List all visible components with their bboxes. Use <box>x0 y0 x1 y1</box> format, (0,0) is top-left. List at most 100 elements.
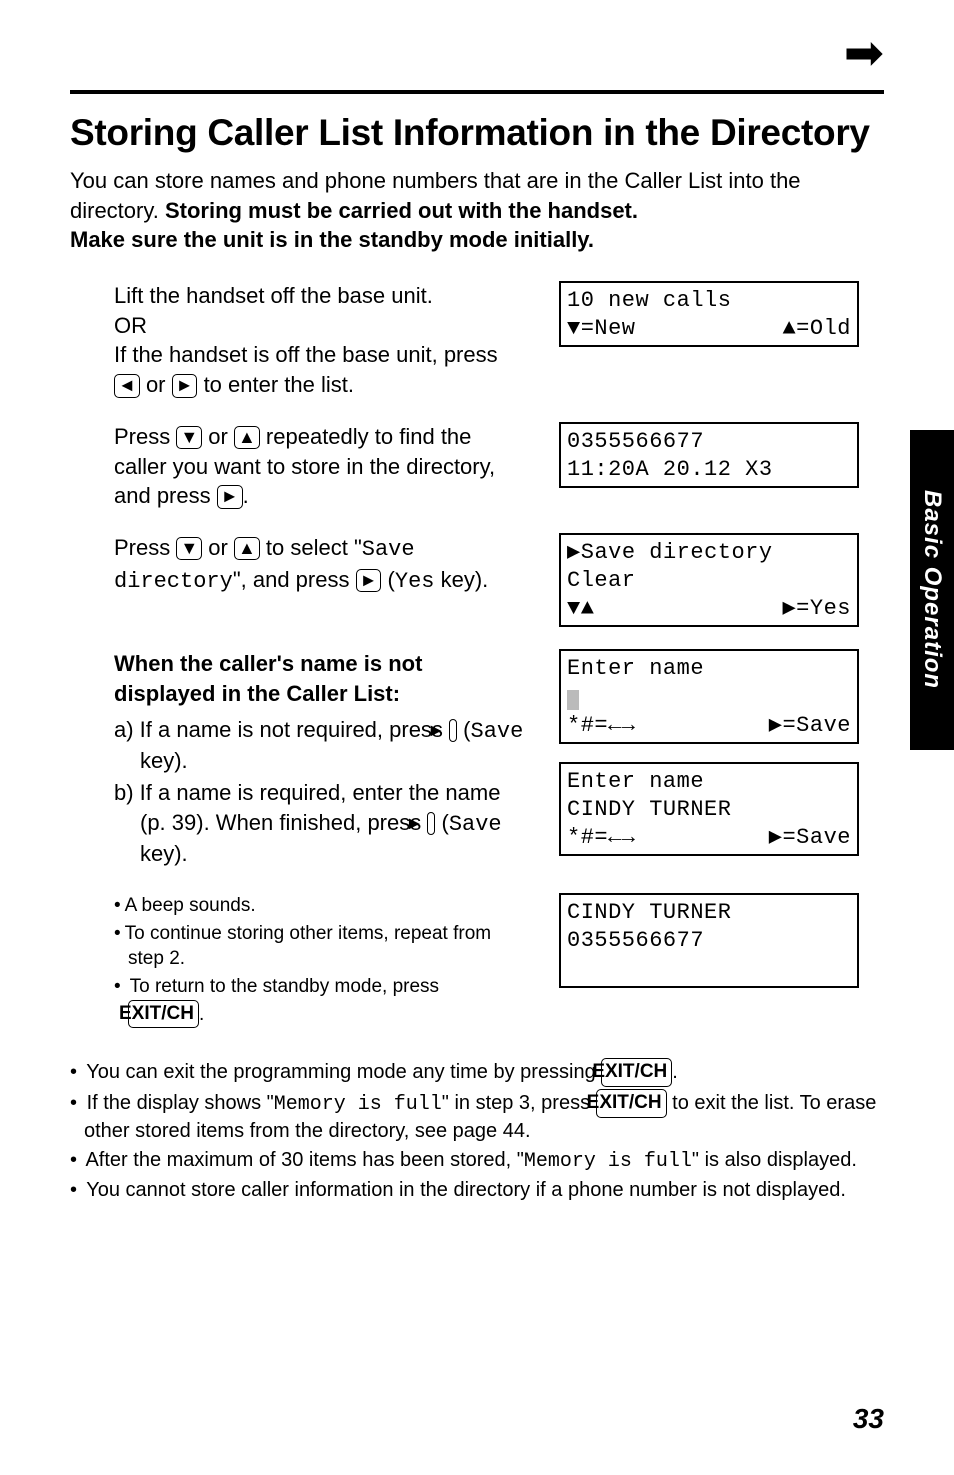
lcd-line: ▶Save directory <box>567 539 851 567</box>
lcd-enter-name-empty: Enter name *#=←→ ▶=Save <box>559 649 859 743</box>
standby-note: To return to the standby mode, press EXI… <box>114 974 529 1028</box>
t: key). <box>434 567 488 592</box>
mono: Memory is full <box>274 1093 442 1116</box>
step-5-bullets: A beep sounds. To continue storing other… <box>114 893 529 1028</box>
exit-ch-key: EXIT/CH <box>128 1000 199 1029</box>
step-1-line3c: to enter the list. <box>197 372 354 397</box>
intro-bold-2: Make sure the unit is in the standby mod… <box>70 227 594 252</box>
step-4-a: a) If a name is not required, press ► (S… <box>114 715 529 776</box>
note-no-number: You cannot store caller information in t… <box>70 1177 884 1204</box>
step-1-line3b: or <box>140 372 172 397</box>
step-5-screens: CINDY TURNER 0355566677 <box>559 893 859 987</box>
section-tab: Basic Operation <box>910 430 954 750</box>
lcd-line: 0355566677 <box>567 927 851 955</box>
mono: Save <box>471 719 524 744</box>
lcd-line: *#=←→ <box>567 824 636 852</box>
right-key-icon: ► <box>356 569 382 593</box>
t: ( <box>435 810 448 835</box>
lcd-caller-entry: 0355566677 11:20A 20.12 X3 <box>559 422 859 488</box>
up-key-icon: ▲ <box>234 537 260 561</box>
lcd-stored-entry: CINDY TURNER 0355566677 <box>559 893 859 987</box>
lcd-line: ▼▲ <box>567 595 594 623</box>
left-key-icon: ◄ <box>114 374 140 398</box>
lcd-line: 0355566677 <box>567 428 851 456</box>
lcd-line: CINDY TURNER <box>567 796 851 824</box>
step-1-screens: 10 new calls ▼=New ▲=Old <box>559 281 859 347</box>
step-4-heading2: displayed in the Caller List: <box>114 679 529 709</box>
t: To continue storing other items, repeat … <box>125 923 491 970</box>
step-4-heading1: When the caller's name is not <box>114 649 529 679</box>
down-key-icon: ▼ <box>176 537 202 561</box>
note-max-30: After the maximum of 30 items has been s… <box>70 1147 884 1175</box>
bottom-notes: You can exit the programming mode any ti… <box>70 1058 884 1204</box>
step-2: Press ▼ or ▲ repeatedly to find the call… <box>70 422 884 511</box>
down-key-icon: ▼ <box>176 426 202 450</box>
exit-ch-key: EXIT/CH <box>601 1058 672 1087</box>
lcd-line: ▼=New <box>567 315 636 343</box>
lcd-line: CINDY TURNER <box>567 899 851 927</box>
step-4-b: b) If a name is required, enter the name… <box>114 778 529 869</box>
lcd-enter-name-cindy: Enter name CINDY TURNER *#=←→ ▶=Save <box>559 762 859 856</box>
right-key-icon: ► <box>217 485 243 509</box>
step-1-text: Lift the handset off the base unit. OR I… <box>70 281 529 400</box>
page-number: 33 <box>853 1403 884 1435</box>
step-1: Lift the handset off the base unit. OR I… <box>70 281 884 400</box>
t: or <box>202 424 234 449</box>
lcd-line: 10 new calls <box>567 287 851 315</box>
lcd-line: Enter name <box>567 655 851 683</box>
page-title: Storing Caller List Information in the D… <box>70 112 884 154</box>
intro-paragraph: You can store names and phone numbers th… <box>70 166 884 255</box>
step-5-text: A beep sounds. To continue storing other… <box>70 893 529 1030</box>
t: To return to the standby mode, press <box>130 976 439 997</box>
step-3: Press ▼ or ▲ to select "Save directory",… <box>70 533 884 627</box>
step-4-ab-list: a) If a name is not required, press ► (S… <box>114 715 529 869</box>
t: ( <box>381 567 394 592</box>
step-4-text: When the caller's name is not displayed … <box>70 649 529 871</box>
step-3-screens: ▶Save directory Clear ▼▲ ▶=Yes <box>559 533 859 627</box>
step-3-text: Press ▼ or ▲ to select "Save directory",… <box>70 533 529 596</box>
t: key). <box>140 748 188 773</box>
t: Press <box>114 424 176 449</box>
note-exit-anytime: You can exit the programming mode any ti… <box>70 1058 884 1087</box>
t: If the display shows " <box>87 1092 274 1114</box>
t: key). <box>140 841 188 866</box>
repeat-note: To continue storing other items, repeat … <box>114 921 529 972</box>
right-key-icon: ► <box>172 374 198 398</box>
t: ( <box>457 717 470 742</box>
lcd-line: Clear <box>567 567 851 595</box>
t: " in step 3, press <box>442 1092 596 1114</box>
t: to select " <box>260 535 362 560</box>
beep-note: A beep sounds. <box>114 893 529 919</box>
lcd-save-directory: ▶Save directory Clear ▼▲ ▶=Yes <box>559 533 859 627</box>
t: ", and press <box>233 567 356 592</box>
t: a) If a name is not required, press <box>114 717 449 742</box>
step-2-screens: 0355566677 11:20A 20.12 X3 <box>559 422 859 488</box>
t: You can exit the programming mode any ti… <box>86 1061 601 1083</box>
note-memory-full-step3: If the display shows "Memory is full" in… <box>70 1089 884 1145</box>
step-1-line2: OR <box>114 313 147 338</box>
lcd-line: 11:20A 20.12 X3 <box>567 456 851 484</box>
t: . <box>199 1004 204 1025</box>
section-tab-label: Basic Operation <box>918 490 946 689</box>
steps-container: Lift the handset off the base unit. OR I… <box>70 281 884 1030</box>
t: After the maximum of 30 items has been s… <box>85 1149 523 1171</box>
mono: Memory is full <box>524 1150 692 1173</box>
lcd-line: Enter name <box>567 768 851 796</box>
t: A beep sounds. <box>125 895 256 916</box>
mono: Yes <box>395 569 435 594</box>
t: " is also displayed. <box>692 1149 857 1171</box>
t: . <box>243 483 249 508</box>
step-4: When the caller's name is not displayed … <box>70 649 884 871</box>
t: Press <box>114 535 176 560</box>
forward-arrow-icon: ➡ <box>844 30 884 78</box>
up-key-icon: ▲ <box>234 426 260 450</box>
right-key-icon: ► <box>449 719 457 743</box>
lcd-line: ▲=Old <box>782 315 851 343</box>
lcd-line: ▶=Save <box>769 824 851 852</box>
t: or <box>202 535 234 560</box>
step-1-line1: Lift the handset off the base unit. <box>114 283 433 308</box>
cursor-icon <box>567 690 579 710</box>
lcd-line: ▶=Save <box>769 712 851 740</box>
lcd-new-calls: 10 new calls ▼=New ▲=Old <box>559 281 859 347</box>
step-5: A beep sounds. To continue storing other… <box>70 893 884 1030</box>
